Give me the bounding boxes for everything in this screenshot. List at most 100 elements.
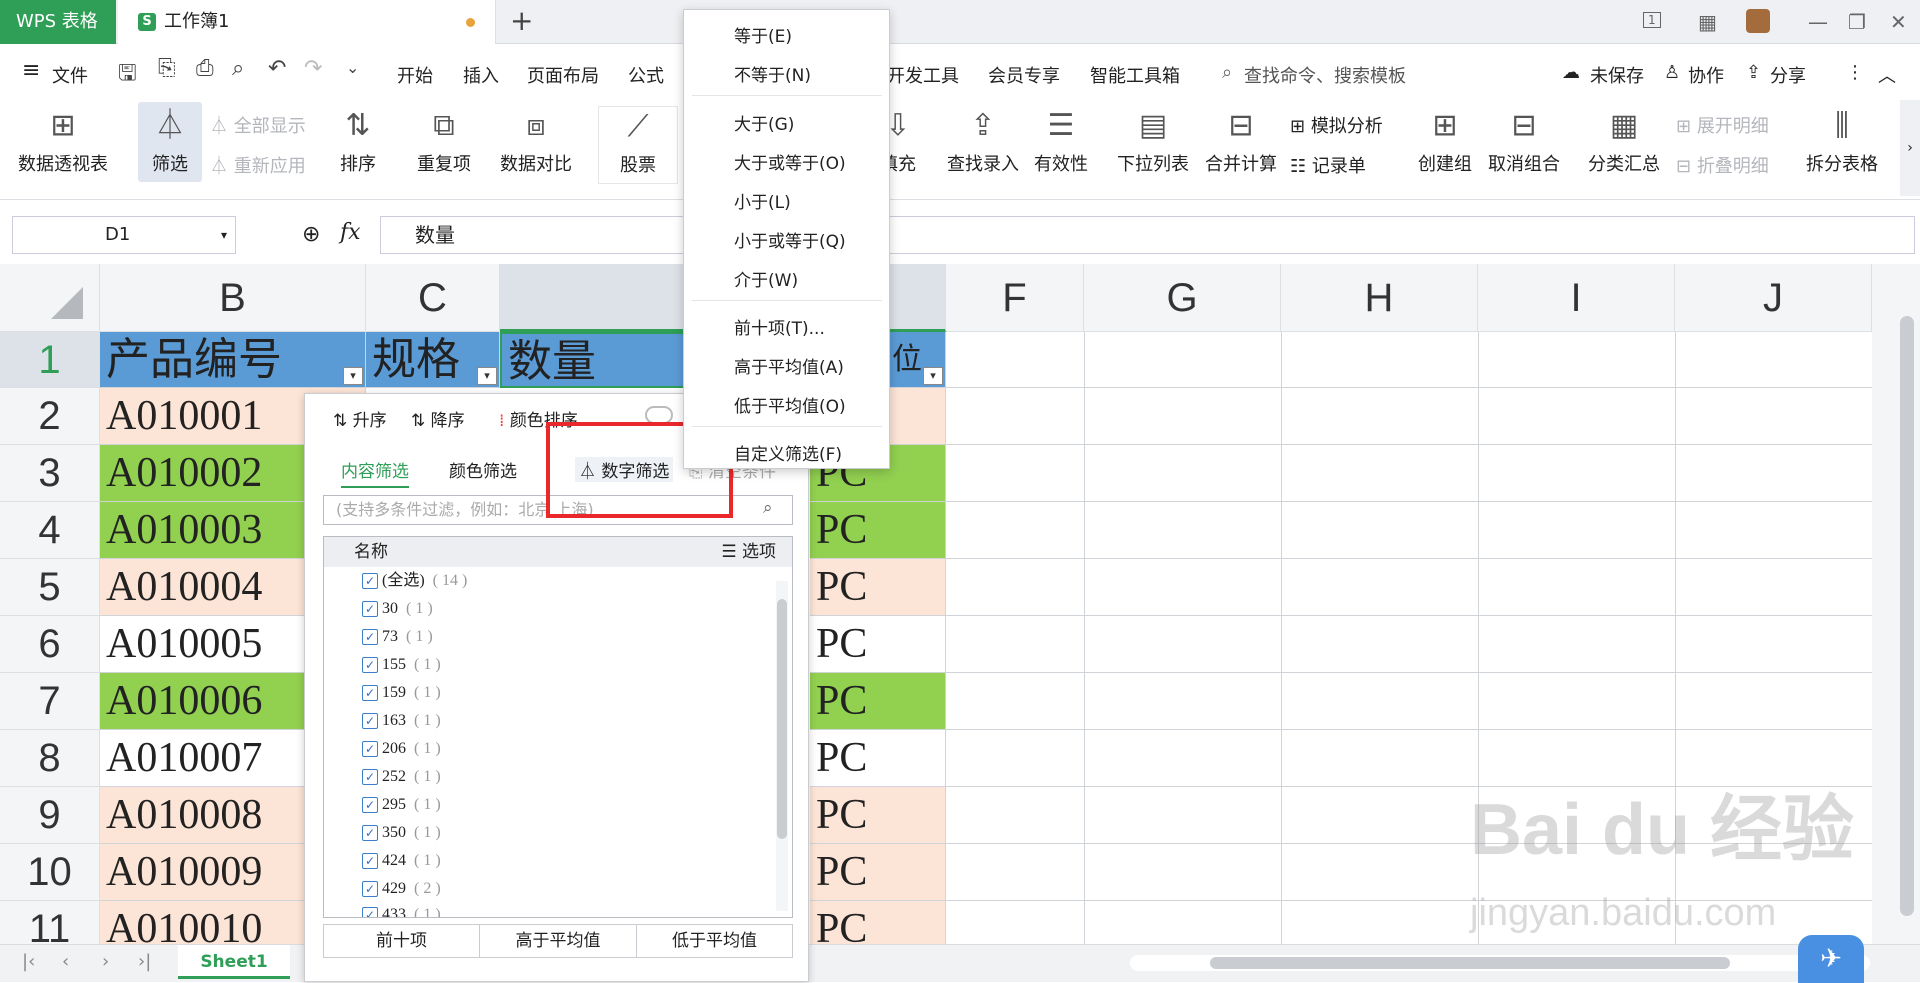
filter-button[interactable]: ⏃ 筛选 (138, 102, 202, 182)
tab-content-filter[interactable]: 内容筛选 (341, 457, 409, 488)
scroll-thumb[interactable] (1900, 316, 1914, 916)
row-header-1[interactable]: 1 (0, 332, 100, 388)
menu-custom-filter[interactable]: 自定义筛选(F) (734, 440, 842, 465)
save-icon[interactable]: 🖫 (118, 56, 137, 94)
row-header-6[interactable]: 6 (0, 616, 100, 673)
hamburger-icon[interactable]: ≡ (22, 58, 40, 83)
row-header-10[interactable]: 10 (0, 844, 100, 901)
checkbox-checked-icon[interactable]: ✓ (362, 573, 378, 590)
app-tab-wps[interactable]: WPS 表格 (0, 0, 116, 44)
undo-icon[interactable]: ↶ (268, 56, 286, 81)
filter-item[interactable]: ✓ 350( 1 ) (362, 819, 441, 847)
duplicates-button[interactable]: ⧉ 重复项 (417, 106, 471, 176)
simulate-button[interactable]: ⊞ 模拟分析 (1290, 112, 1383, 138)
filter-item[interactable]: ✓ 73( 1 ) (362, 623, 433, 651)
menu-insert[interactable]: 插入 (463, 62, 499, 88)
filter-item[interactable]: ✓ 433( 1 ) (362, 901, 441, 917)
filter-item[interactable]: ✓ 206( 1 ) (362, 735, 441, 763)
checkbox-checked-icon[interactable]: ✓ (362, 685, 378, 702)
subtotal-button[interactable]: ▦ 分类汇总 (1588, 106, 1660, 176)
split-table-button[interactable]: ⫼ 拆分表格 (1806, 106, 1878, 176)
filter-dropdown-icon[interactable]: ▾ (477, 367, 497, 385)
row-header-3[interactable]: 3 (0, 445, 100, 502)
select-all-corner[interactable] (0, 264, 100, 332)
row-header-2[interactable]: 2 (0, 388, 100, 445)
menu-file[interactable]: 文件 (52, 62, 88, 88)
collapse-detail-button[interactable]: ⊟ 折叠明细 (1676, 152, 1769, 178)
first-sheet-icon[interactable]: |‹ (22, 951, 35, 972)
menu-equals[interactable]: 等于(E) (734, 22, 792, 47)
tab-workbook[interactable]: S 工作簿1 (118, 0, 496, 44)
menu-greater-equal[interactable]: 大于或等于(O) (734, 149, 846, 174)
row-header-9[interactable]: 9 (0, 787, 100, 844)
zoom-formula-icon[interactable]: ⊕ (302, 222, 320, 247)
merge-calc-button[interactable]: ⊟ 合并计算 (1205, 106, 1277, 176)
list-scrollbar[interactable] (776, 581, 788, 911)
tab-color-filter[interactable]: 颜色筛选 (449, 457, 517, 482)
filter-item[interactable]: ✓ 155( 1 ) (362, 651, 441, 679)
filter-item[interactable]: ✓ 163( 1 ) (362, 707, 441, 735)
menu-not-equals[interactable]: 不等于(N) (734, 61, 811, 86)
grid-apps-icon[interactable]: ▦ (1698, 10, 1717, 34)
cell-e4[interactable]: PC (810, 502, 946, 559)
page-number-icon[interactable]: 1 (1643, 12, 1661, 28)
filter-dropdown-icon[interactable]: ▾ (923, 367, 943, 385)
create-group-button[interactable]: ⊞ 创建组 (1418, 106, 1472, 176)
row-header-7[interactable]: 7 (0, 673, 100, 730)
prev-sheet-icon[interactable]: ‹ (62, 951, 69, 972)
avatar[interactable] (1746, 9, 1770, 33)
minimize-icon[interactable]: — (1808, 10, 1828, 34)
next-sheet-icon[interactable]: › (102, 951, 109, 972)
cell-e9[interactable]: PC (810, 787, 946, 844)
reapply-button[interactable]: ⏃ 重新应用 (210, 152, 306, 178)
menu-smart-toolbox[interactable]: 智能工具箱 (1090, 62, 1180, 88)
lookup-entry-button[interactable]: ⇪ 查找录入 (947, 106, 1019, 176)
filter-item[interactable]: ✓ 252( 1 ) (362, 763, 441, 791)
share-button[interactable]: 分享 (1770, 62, 1806, 88)
col-header-b[interactable]: B (100, 264, 366, 332)
filter-item[interactable]: ✓ 429( 2 ) (362, 875, 441, 903)
ungroup-button[interactable]: ⊟ 取消组合 (1488, 106, 1560, 176)
restore-icon[interactable]: ❐ (1848, 10, 1866, 34)
sheet-tab-sheet1[interactable]: Sheet1 (178, 945, 290, 979)
more-chevron-icon[interactable]: ⌄ (346, 58, 359, 77)
record-form-button[interactable]: ☷ 记录单 (1290, 152, 1366, 178)
menu-home[interactable]: 开始 (397, 62, 433, 88)
cell-e5[interactable]: PC (810, 559, 946, 616)
row-header-11[interactable]: 11 (0, 901, 100, 944)
h-scroll-thumb[interactable] (1210, 957, 1730, 969)
filter-item[interactable]: ✓ 424( 1 ) (362, 847, 441, 875)
col-header-h[interactable]: H (1281, 264, 1478, 332)
checkbox-checked-icon[interactable]: ✓ (362, 769, 378, 786)
menu-member[interactable]: 会员专享 (988, 62, 1060, 88)
col-header-g[interactable]: G (1084, 264, 1281, 332)
collapse-ribbon-icon[interactable]: ︿ (1878, 62, 1896, 88)
col-header-j[interactable]: J (1675, 264, 1872, 332)
filter-dropdown-icon[interactable]: ▾ (343, 367, 363, 385)
filter-item[interactable]: ✓ 159( 1 ) (362, 679, 441, 707)
cell-b1[interactable]: 产品编号 ▾ (100, 332, 366, 388)
search-icon[interactable]: ⌕ (1222, 62, 1232, 83)
sort-asc-button[interactable]: ⇅ 升序 (333, 406, 387, 431)
redo-icon[interactable]: ↷ (304, 56, 322, 81)
cell-e6[interactable]: PC (810, 616, 946, 673)
row-header-8[interactable]: 8 (0, 730, 100, 787)
unsaved-label[interactable]: 未保存 (1590, 62, 1644, 88)
cell-e8[interactable]: PC (810, 730, 946, 787)
menu-less-equal[interactable]: 小于或等于(Q) (734, 227, 846, 252)
row-header-4[interactable]: 4 (0, 502, 100, 559)
print-icon[interactable]: ⎙ (196, 56, 214, 81)
filter-item[interactable]: ✓ 295( 1 ) (362, 791, 441, 819)
col-header-i[interactable]: I (1478, 264, 1675, 332)
last-sheet-icon[interactable]: ›| (138, 951, 151, 972)
horizontal-scrollbar[interactable] (1130, 955, 1870, 971)
more-icon[interactable]: ⋮ (1846, 62, 1864, 83)
top10-button[interactable]: 前十项 (324, 925, 480, 957)
cell-e10[interactable]: PC (810, 844, 946, 901)
menu-page-layout[interactable]: 页面布局 (527, 62, 599, 88)
below-average-button[interactable]: 低于平均值 (637, 925, 792, 957)
export-icon[interactable]: ⎘ (158, 56, 176, 81)
checkbox-checked-icon[interactable]: ✓ (362, 797, 378, 814)
dropdown-list-button[interactable]: ▤ 下拉列表 (1117, 106, 1189, 176)
print-preview-icon[interactable]: ⌕ (232, 56, 244, 81)
